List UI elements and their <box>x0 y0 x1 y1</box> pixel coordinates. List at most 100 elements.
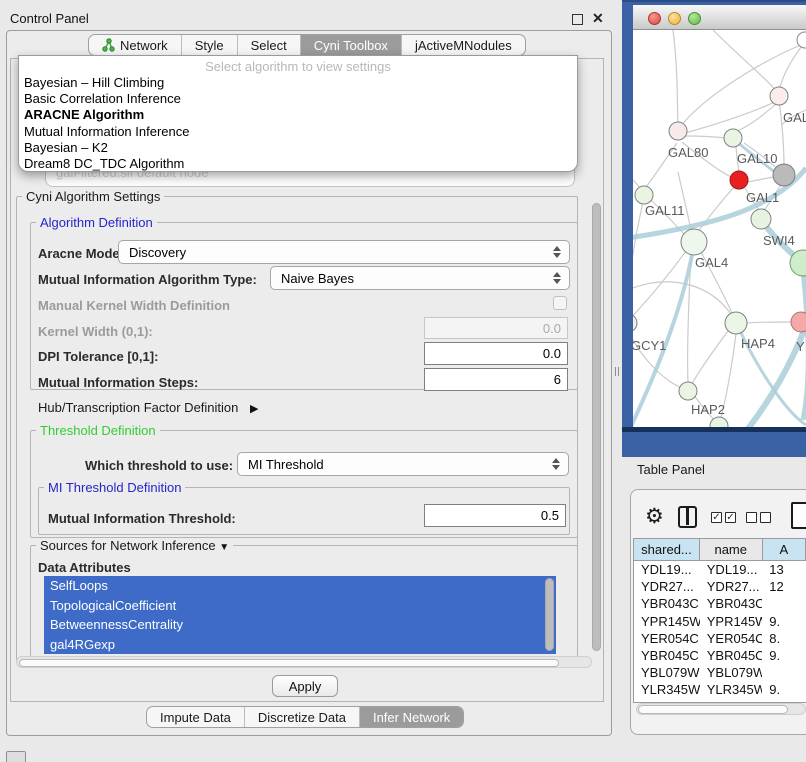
table-cell: YBR043C <box>634 595 700 612</box>
table-cell: YBR045C <box>634 647 700 664</box>
aracne-mode-combo[interactable]: Discovery <box>118 240 570 264</box>
table-cell: 9. <box>762 681 806 698</box>
algorithm-dropdown-placeholder: Select algorithm to view settings <box>19 59 577 74</box>
node-label: GAL10 <box>737 151 777 166</box>
columns-icon[interactable] <box>678 506 697 528</box>
tab-label: Infer Network <box>373 710 450 725</box>
manual-kernel-checkbox[interactable] <box>553 296 567 310</box>
deselect-all-checks-icon[interactable] <box>746 512 771 523</box>
tab-infer-network[interactable]: Infer Network <box>359 707 463 727</box>
which-threshold-combo[interactable]: MI Threshold <box>237 452 569 476</box>
settings-horizontal-scrollbar[interactable] <box>16 656 592 668</box>
column-header[interactable]: name <box>700 539 763 560</box>
column-header[interactable]: shared... <box>634 539 700 560</box>
settings-group-title: Cyni Algorithm Settings <box>22 189 164 204</box>
mi-steps-field[interactable]: 6 <box>424 368 568 391</box>
network-node[interactable] <box>681 229 707 255</box>
minimize-traffic-light[interactable] <box>668 12 681 25</box>
table-cell: 12 <box>762 578 806 595</box>
attribute-item[interactable]: gal4RGexp <box>44 635 556 655</box>
table-row[interactable]: YLR345WYLR345W9. <box>634 681 806 698</box>
table-cell: YDL19... <box>634 561 700 578</box>
table-row[interactable]: YER054CYER054C8. <box>634 630 806 647</box>
dpi-tolerance-field[interactable]: 0.0 <box>424 342 568 365</box>
sources-title-label: Sources for Network Inference <box>40 538 216 553</box>
kernel-width-field[interactable]: 0.0 <box>424 317 568 339</box>
aracne-mode-label: Aracne Mode: <box>38 246 124 261</box>
sources-group-title[interactable]: Sources for Network Inference ▼ <box>36 538 233 553</box>
tab-cyni-toolbox[interactable]: Cyni Toolbox <box>300 35 401 55</box>
spinner-icon <box>552 271 561 285</box>
attribute-item[interactable]: BetweennessCentrality <box>44 615 556 635</box>
select-all-checks-icon[interactable]: ✓✓ <box>711 512 736 523</box>
node-label: GAL80 <box>668 145 708 160</box>
zoom-traffic-light[interactable] <box>688 12 701 25</box>
network-node[interactable] <box>791 312 806 332</box>
node-label: Y <box>796 339 805 354</box>
tab-select[interactable]: Select <box>237 35 300 55</box>
document-icon[interactable] <box>791 502 806 529</box>
network-node[interactable] <box>725 312 747 334</box>
tab-discretize-data[interactable]: Discretize Data <box>244 707 359 727</box>
attributes-list-scrollbar[interactable] <box>545 578 554 651</box>
algorithm-item[interactable]: ARACNE Algorithm <box>23 107 573 123</box>
gear-icon[interactable]: ⚙ <box>645 504 664 529</box>
algorithm-item[interactable]: Bayesian – K2 <box>23 140 573 156</box>
node-table[interactable]: shared...nameA YDL19...YDL19...13YDR27..… <box>633 538 806 703</box>
node-label: GCY1 <box>633 338 666 353</box>
tab-style[interactable]: Style <box>181 35 237 55</box>
network-edge <box>685 136 726 138</box>
tab-impute-data[interactable]: Impute Data <box>147 707 244 727</box>
mi-type-combo[interactable]: Naive Bayes <box>270 266 570 290</box>
tab-jactivemnodules[interactable]: jActiveMNodules <box>401 35 525 55</box>
network-node[interactable] <box>724 129 742 147</box>
tab-network[interactable]: Network <box>89 35 181 55</box>
algorithm-item[interactable]: Bayesian – Hill Climbing <box>23 75 573 91</box>
close-icon[interactable]: ✕ <box>592 10 604 27</box>
panel-divider-handle[interactable] <box>615 367 619 376</box>
network-node[interactable] <box>669 122 687 140</box>
table-cell <box>762 595 806 612</box>
network-node[interactable] <box>635 186 653 204</box>
network-canvas[interactable]: GALGAL80GAL10GAL1GAL11SWI4GAL4GCY1HAP4YH… <box>633 30 806 427</box>
attribute-item[interactable]: TopologicalCoefficient <box>44 596 556 616</box>
network-window-frame-edge <box>622 0 806 2</box>
network-node[interactable] <box>770 87 788 105</box>
table-body: YDL19...YDL19...13YDR27...YDR27...12YBR0… <box>634 561 806 703</box>
table-row[interactable]: YBL079WYBL079W <box>634 664 806 681</box>
table-header: shared...nameA <box>634 539 806 561</box>
mi-type-value: Naive Bayes <box>281 271 354 286</box>
network-node[interactable] <box>679 382 697 400</box>
algorithm-item[interactable]: Basic Correlation Inference <box>23 91 573 107</box>
table-row[interactable]: YDR27...YDR27...12 <box>634 578 806 595</box>
algorithm-item[interactable]: Dream8 DC_TDC Algorithm <box>23 156 573 172</box>
apply-button[interactable]: Apply <box>272 675 338 697</box>
attribute-item[interactable]: SelfLoops <box>44 576 556 596</box>
float-icon[interactable] <box>572 14 583 25</box>
network-node[interactable] <box>730 171 748 189</box>
table-row[interactable]: YDL19...YDL19...13 <box>634 561 806 578</box>
close-traffic-light[interactable] <box>648 12 661 25</box>
table-cell: 9. <box>762 647 806 664</box>
network-node[interactable] <box>773 164 795 186</box>
network-node[interactable] <box>633 314 637 332</box>
network-node[interactable] <box>751 209 771 229</box>
table-cell: YDL19... <box>700 561 763 578</box>
network-edge <box>737 102 778 131</box>
mi-threshold-field[interactable]: 0.5 <box>424 504 566 527</box>
data-attributes-label: Data Attributes <box>38 560 131 575</box>
table-row[interactable]: YBR045CYBR045C9. <box>634 647 806 664</box>
table-row[interactable]: YBR043CYBR043C <box>634 595 806 612</box>
algorithm-item[interactable]: Mutual Information Inference <box>23 124 573 140</box>
table-row[interactable]: YPR145WYPR145W9. <box>634 613 806 630</box>
network-window-titlebar[interactable] <box>633 5 806 30</box>
settings-vertical-scrollbar[interactable] <box>592 203 601 651</box>
minimized-panel-icon[interactable] <box>6 751 26 762</box>
hub-definition-toggle[interactable]: Hub/Transcription Factor Definition ▶ <box>38 400 258 415</box>
table-horizontal-scrollbar-thumb[interactable] <box>638 705 788 714</box>
tab-label: Network <box>120 38 168 53</box>
tab-label: Discretize Data <box>258 710 346 725</box>
node-label: GAL11 <box>645 203 685 218</box>
mi-type-label: Mutual Information Algorithm Type: <box>38 272 257 287</box>
column-header[interactable]: A <box>763 539 806 560</box>
